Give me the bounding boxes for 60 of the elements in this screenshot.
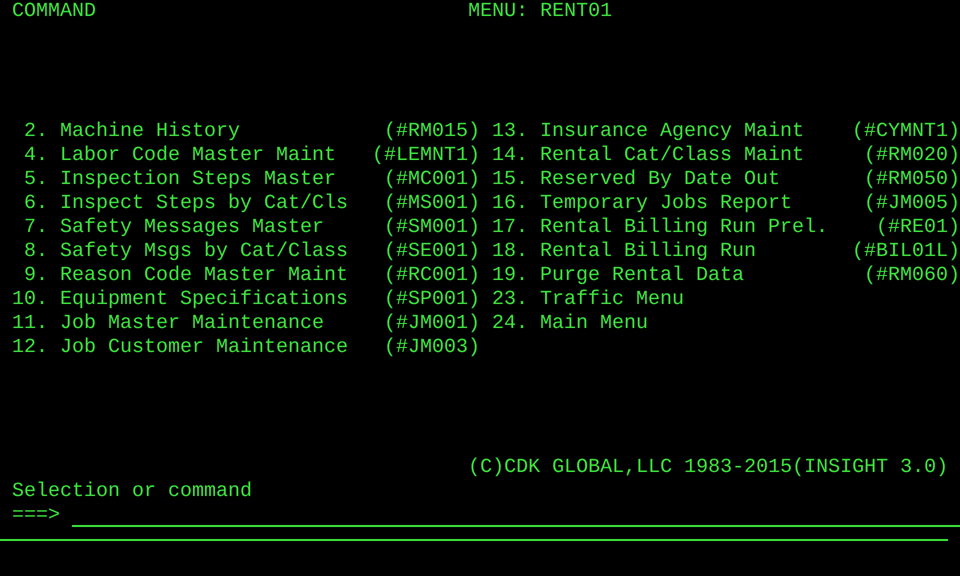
program-code: (#JM005) [864,192,960,216]
option-number: 10. [12,288,48,312]
option-number: 15. [492,168,528,192]
program-code: (#RC001) [384,264,480,288]
option-number: 8. [22,240,48,264]
command-prompt-arrow: ===> [12,504,60,528]
option-number: 4. [22,144,48,168]
screen-label: COMMAND [12,0,96,24]
menu-title: MENU: RENT01 [468,0,612,24]
option-label: Inspect Steps by Cat/Cls [60,192,350,216]
option-number: 24. [492,312,528,336]
option-number: 9. [22,264,48,288]
program-code: (#RM020) [864,144,960,168]
program-code: (#LEMNT1) [372,144,480,168]
option-label: Machine History [60,120,242,144]
option-number: 2. [22,120,48,144]
program-code: (#RM050) [864,168,960,192]
program-code: (#JM001) [384,312,480,336]
option-number: 13. [492,120,528,144]
program-code: (#MC001) [384,168,480,192]
option-label: Rental Billing Run [540,240,758,264]
program-code: (#SP001) [384,288,480,312]
option-number: 14. [492,144,528,168]
program-code: (#JM003) [384,336,480,360]
option-number: 23. [492,288,528,312]
option-number: 19. [492,264,528,288]
option-label: Main Menu [540,312,650,336]
program-code: (#BIL01L) [852,240,960,264]
option-number: 16. [492,192,528,216]
option-label: Insurance Agency Maint [540,120,806,144]
program-code: (#SE001) [384,240,480,264]
option-label: Rental Billing Run Prel. [540,216,830,240]
program-code: (#MS001) [384,192,480,216]
program-code: (#RM015) [384,120,480,144]
option-label: Reserved By Date Out [540,168,782,192]
option-number: 5. [22,168,48,192]
option-number: 18. [492,240,528,264]
option-number: 7. [22,216,48,240]
copyright-text: (C)CDK GLOBAL,LLC 1983-2015(INSIGHT 3.0) [468,456,948,480]
option-label: Safety Messages Master [60,216,326,240]
program-code: (#SM001) [384,216,480,240]
option-label: Purge Rental Data [540,264,746,288]
option-label: Job Customer Maintenance [60,336,350,360]
option-label: Safety Msgs by Cat/Class [60,240,350,264]
option-label: Equipment Specifications [60,288,350,312]
option-label: Temporary Jobs Report [540,192,794,216]
option-number: 6. [22,192,48,216]
option-label: Inspection Steps Master [60,168,338,192]
option-label: Labor Code Master Maint [60,144,338,168]
option-number: 17. [492,216,528,240]
program-code: (#RE01) [876,216,960,240]
option-label: Job Master Maintenance [60,312,326,336]
program-code: (#CYMNT1) [852,120,960,144]
option-number: 11. [12,312,48,336]
prompt-text: Selection or command [12,480,252,504]
option-label: Rental Cat/Class Maint [540,144,806,168]
program-code: (#RM060) [864,264,960,288]
option-number: 12. [12,336,48,360]
option-label: Reason Code Master Maint [60,264,350,288]
option-label: Traffic Menu [540,288,686,312]
